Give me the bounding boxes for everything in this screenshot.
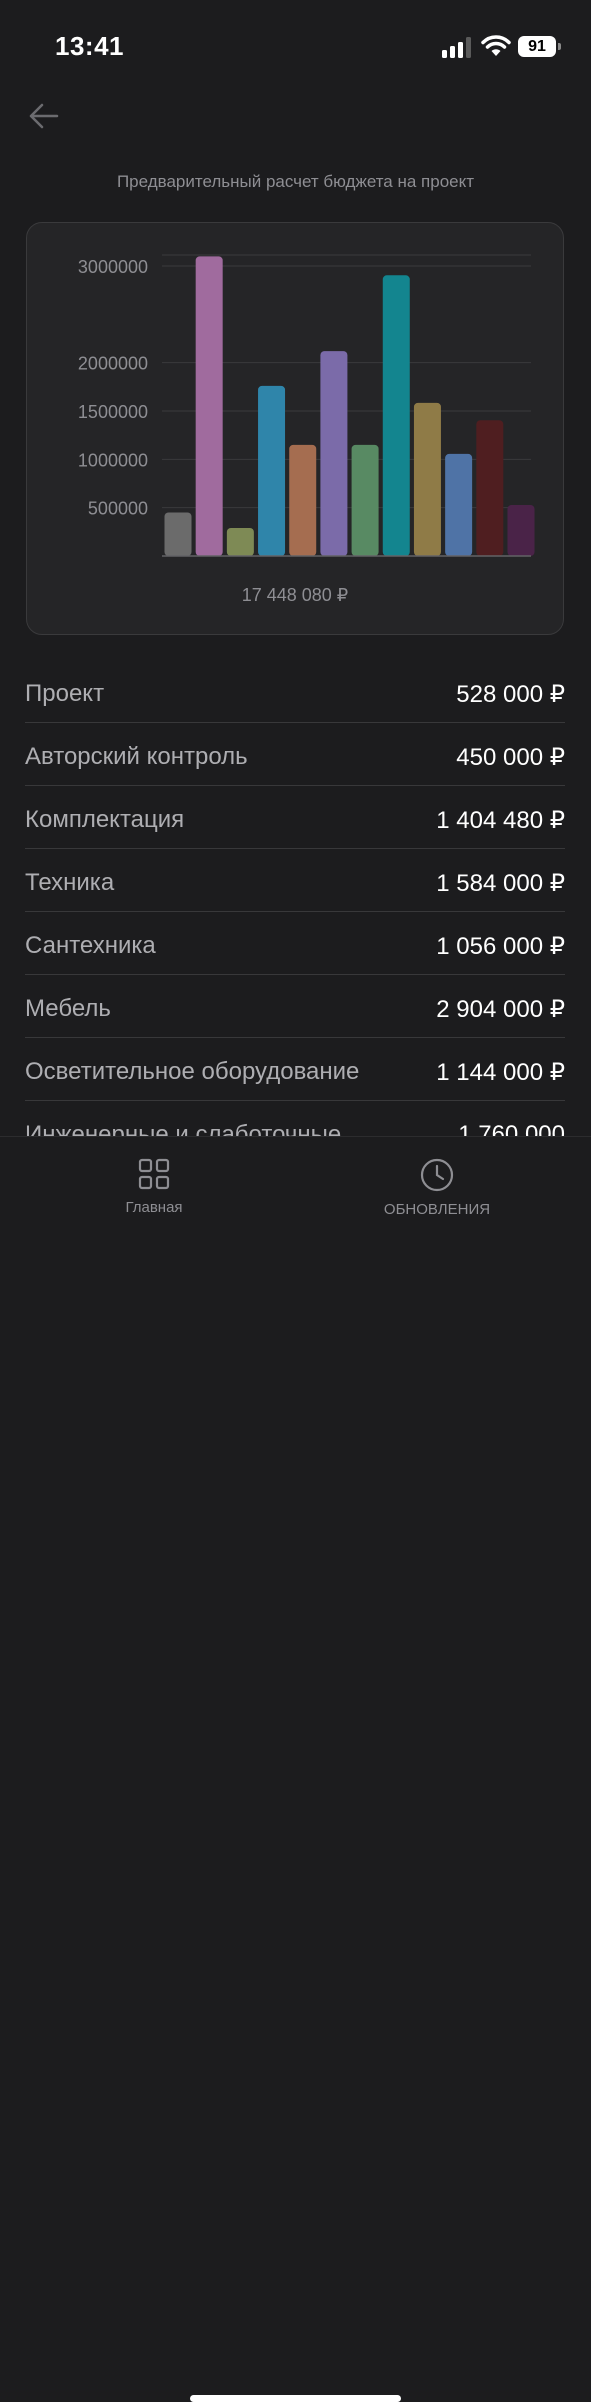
chart-bar [507,504,535,556]
tab-bar: Главная ОБНОВЛЕНИЯ [0,1136,591,2402]
budget-row: Проект 528 000 ₽ [25,660,565,723]
chart-bar [226,527,254,556]
budget-row: Сантехника 1 056 000 ₽ [25,912,565,975]
y-tick-label: 500000 [88,499,148,519]
budget-row: Авторский контроль 450 000 ₽ [25,723,565,786]
budget-row-value: 450 000 ₽ [456,744,565,771]
chart-bar [195,256,223,556]
budget-row-value: 1 584 000 ₽ [436,870,565,897]
budget-row: Мебель 2 904 000 ₽ [25,975,565,1038]
budget-row-label: Техника [25,869,115,896]
budget-row-label: Инженерные и слаботочные [25,1121,342,1136]
y-tick-label: 1500000 [78,402,148,422]
budget-row: Осветительное оборудование 1 144 000 ₽ [25,1038,565,1101]
budget-row-value: 528 000 ₽ [456,681,565,708]
status-bar: 13:41 91 [0,0,591,90]
chart-bar [320,351,348,556]
budget-row-value: 1 760 000 [458,1121,565,1136]
budget-chart-card: 500000 1000000 1500000 2000000 3000000 17 44… [26,222,564,635]
chart-bar [164,512,192,556]
chart-bar [476,420,504,556]
budget-row: Комплектация 1 404 480 ₽ [25,786,565,849]
chart-bar [445,453,473,556]
tab-updates-label: ОБНОВЛЕНИЯ [383,1201,491,1218]
budget-row-label: Мебель [25,995,111,1022]
chart-bar [413,402,441,556]
back-button[interactable] [24,96,64,136]
y-tick-label: 1000000 [78,450,148,470]
budget-list: Проект 528 000 ₽ Авторский контроль 450 000… [25,660,565,1136]
budget-row: Техника 1 584 000 ₽ [25,849,565,912]
home-indicator [190,2395,401,2402]
budget-row-label: Сантехника [25,932,156,959]
battery-level: 91 [528,38,546,55]
chart-bar [351,444,379,556]
chart-total: 17 448 080 ₽ [241,585,349,605]
chart-bar [258,385,286,556]
y-tick-label: 3000000 [78,257,148,277]
budget-bar-chart: 500000 1000000 1500000 2000000 3000000 [78,254,535,557]
arrow-left-icon [29,103,59,129]
page-subtitle: Предварительный расчет бюджета на проект [116,172,475,191]
tab-home-label: Главная [125,1199,183,1216]
y-tick-label: 2000000 [78,354,148,374]
wifi-icon [481,35,511,56]
budget-row-value: 2 904 000 ₽ [436,996,565,1023]
tab-updates[interactable]: ОБНОВЛЕНИЯ [337,1157,537,1218]
budget-row-label: Осветительное оборудование [25,1058,360,1085]
clock-icon [420,1158,454,1192]
chart-bar [382,275,410,556]
budget-row-label: Проект [25,680,105,707]
budget-row-label: Авторский контроль [25,743,248,770]
battery-icon: 91 [518,36,561,57]
budget-row-label: Комплектация [25,806,185,833]
budget-row-value: 1 144 000 ₽ [436,1059,565,1086]
budget-row: Инженерные и слаботочные 1 760 000 [25,1101,565,1136]
tab-home[interactable]: Главная [54,1157,254,1216]
chart-bar [289,444,317,556]
signal-icon [442,37,471,58]
budget-row-value: 1 056 000 ₽ [436,933,565,960]
status-time: 13:41 [55,31,124,61]
budget-row-value: 1 404 480 ₽ [436,807,565,834]
grid-icon [138,1158,170,1190]
